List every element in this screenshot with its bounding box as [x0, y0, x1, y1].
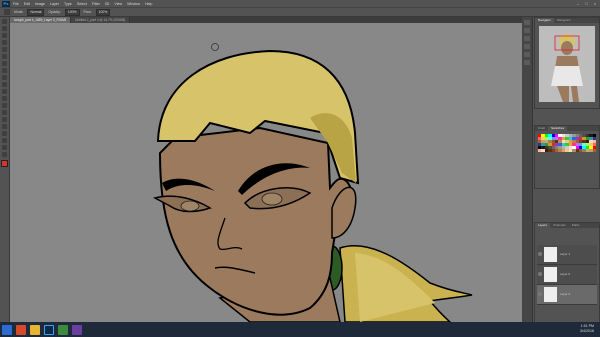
menu-view[interactable]: View [114, 2, 122, 6]
color-swatch[interactable] [592, 149, 596, 152]
layer-thumbnail [544, 287, 557, 302]
mode-label: Mode: [14, 10, 24, 14]
explorer-icon[interactable] [30, 324, 40, 335]
tab-layers[interactable]: Layers [535, 223, 551, 228]
navigator-panel: Navigator Histogram [534, 17, 600, 109]
tab-swatches[interactable]: Swatches [548, 126, 568, 131]
window-controls: – □ × [577, 1, 596, 6]
layer-thumbnail [544, 267, 557, 282]
layers-panel: Layers Channels Paths Layer 1 Layer 0 La… [534, 222, 600, 324]
brush-cursor-icon [211, 43, 219, 51]
layer-thumbnail [544, 247, 557, 262]
options-bar: Mode: Normal Opacity: 100% Flow: 100% [0, 7, 600, 17]
start-icon[interactable] [2, 324, 12, 335]
zoom-tool-icon[interactable] [2, 152, 7, 157]
tools-panel [0, 17, 10, 322]
lasso-tool-icon[interactable] [2, 33, 7, 38]
menu-filter[interactable]: Filter [92, 2, 100, 6]
paragraph-panel-icon[interactable] [524, 52, 530, 57]
browser-icon[interactable] [16, 324, 26, 335]
hand-tool-icon[interactable] [2, 145, 7, 150]
stamp-tool-icon[interactable] [2, 75, 7, 80]
layer-row[interactable]: Layer 0 [537, 265, 597, 285]
swatch-grid[interactable] [538, 134, 596, 184]
properties-panel-icon[interactable] [524, 28, 530, 33]
path-select-tool-icon[interactable] [2, 131, 7, 136]
tab-paths[interactable]: Paths [569, 223, 583, 228]
quick-select-tool-icon[interactable] [2, 40, 7, 45]
eraser-tool-icon[interactable] [2, 89, 7, 94]
layer-name: Layer 0 [560, 272, 571, 276]
menu-type[interactable]: Type [64, 2, 72, 6]
layer-row[interactable]: Layer 1 [537, 245, 597, 265]
maximize-button[interactable]: □ [585, 1, 587, 6]
healing-tool-icon[interactable] [2, 61, 7, 66]
menu-file[interactable]: File [13, 2, 19, 6]
tab-channels[interactable]: Channels [550, 223, 569, 228]
mode-dropdown[interactable]: Normal [27, 8, 45, 16]
visibility-eye-icon[interactable] [538, 292, 542, 296]
opacity-field[interactable]: 100% [64, 8, 80, 16]
foreground-color-swatch[interactable] [1, 160, 8, 167]
menu-image[interactable]: Image [35, 2, 45, 6]
media-icon[interactable] [58, 324, 68, 335]
crop-tool-icon[interactable] [2, 47, 7, 52]
menu-select[interactable]: Select [77, 2, 87, 6]
menu-bar: Ps File Edit Image Layer Type Select Fil… [0, 0, 600, 7]
blur-tool-icon[interactable] [2, 103, 7, 108]
type-tool-icon[interactable] [2, 124, 7, 129]
navigator-thumbnail[interactable] [539, 26, 595, 102]
photoshop-icon[interactable] [44, 324, 54, 335]
dodge-tool-icon[interactable] [2, 110, 7, 115]
tab-color[interactable]: Color [535, 126, 548, 131]
right-panels: Navigator Histogram Color Swatches Layer… [522, 17, 600, 324]
swatches-panel: Color Swatches [534, 125, 600, 189]
brush-panel-icon[interactable] [524, 36, 530, 41]
visibility-eye-icon[interactable] [538, 272, 542, 276]
system-clock: 1:51 PM 3/4/2016 [580, 324, 594, 334]
character-panel-icon[interactable] [524, 44, 530, 49]
app-icon[interactable] [72, 324, 82, 335]
gradient-tool-icon[interactable] [2, 96, 7, 101]
flow-field[interactable]: 100% [95, 8, 111, 16]
history-brush-icon[interactable] [2, 82, 7, 87]
layer-name: Layer 1 [560, 252, 571, 256]
face [158, 126, 354, 316]
brush-tool-icon[interactable] [4, 9, 10, 15]
layer-row[interactable]: Layer 2 [537, 285, 597, 305]
artwork-illustration [152, 43, 473, 322]
visibility-eye-icon[interactable] [538, 252, 542, 256]
minimize-button[interactable]: – [577, 1, 579, 6]
menu-3d[interactable]: 3D [105, 2, 110, 6]
adjustments-panel-icon[interactable] [524, 60, 530, 65]
flow-label: Flow: [83, 10, 92, 14]
collapsed-panel-strip [522, 17, 533, 322]
windows-taskbar: 1:51 PM 3/4/2016 [0, 322, 600, 337]
eyedropper-tool-icon[interactable] [2, 54, 7, 59]
layer-name: Layer 2 [560, 292, 571, 296]
tab-navigator[interactable]: Navigator [535, 18, 554, 23]
tab-histogram[interactable]: Histogram [554, 18, 574, 23]
history-panel-icon[interactable] [524, 20, 530, 25]
shape-tool-icon[interactable] [2, 138, 7, 143]
app-logo: Ps [2, 0, 10, 7]
brush-tool-icon[interactable] [2, 68, 7, 73]
menu-edit[interactable]: Edit [24, 2, 30, 6]
menu-window[interactable]: Window [127, 2, 140, 6]
menu-help[interactable]: Help [145, 2, 152, 6]
close-button[interactable]: × [594, 1, 596, 6]
canvas[interactable] [10, 23, 522, 322]
opacity-label: Opacity: [48, 10, 61, 14]
menu-layer[interactable]: Layer [50, 2, 59, 6]
pen-tool-icon[interactable] [2, 117, 7, 122]
move-tool-icon[interactable] [2, 19, 7, 24]
marquee-tool-icon[interactable] [2, 26, 7, 31]
clock-date: 3/4/2016 [580, 329, 594, 333]
